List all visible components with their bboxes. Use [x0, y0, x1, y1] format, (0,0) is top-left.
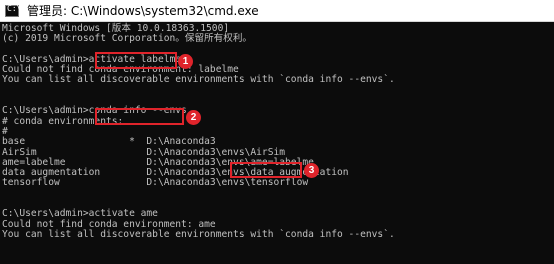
- title-bar[interactable]: C:\ 管理员: C:\Windows\system32\cmd.exe: [0, 0, 554, 22]
- console-line: You can list all discoverable environmen…: [2, 74, 395, 86]
- highlight-conda-info-envs: [95, 108, 184, 125]
- console-line: (c) 2019 Microsoft Corporation。保留所有权利。: [2, 33, 253, 45]
- cmd-window: C:\ 管理员: C:\Windows\system32\cmd.exe Mic…: [0, 0, 554, 264]
- callout-2: 2: [186, 110, 201, 125]
- console-line: # conda environments:: [2, 115, 124, 127]
- highlight-activate-labelme: [95, 52, 177, 69]
- console-line: tensorflow D:\Anaconda3\envs\tensorflow: [2, 177, 309, 189]
- console-line: You can list all discoverable environmen…: [2, 228, 395, 240]
- console-output[interactable]: Microsoft Windows [版本 10.0.18363.1500] (c…: [2, 23, 552, 240]
- cmd-console-icon[interactable]: C:\: [5, 3, 22, 17]
- callout-3: 3: [304, 163, 319, 178]
- highlight-ame-labelme: [230, 162, 302, 178]
- window-title: 管理员: C:\Windows\system32\cmd.exe: [27, 4, 259, 18]
- cmd-icon-glyph: C:\: [7, 3, 22, 13]
- callout-1: 1: [178, 54, 193, 69]
